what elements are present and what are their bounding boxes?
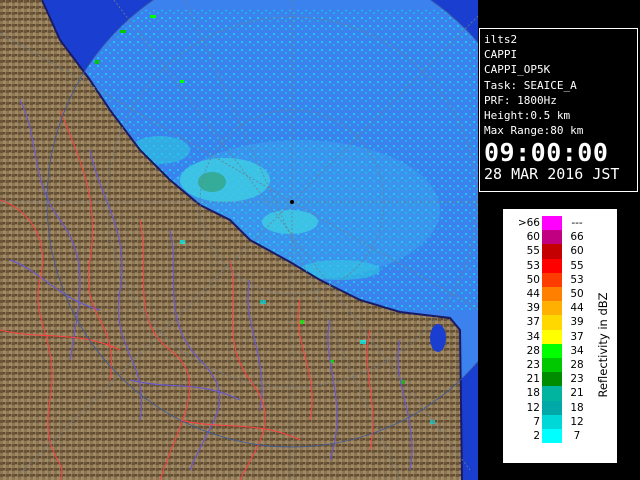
reflectivity-legend: >66 --- 60 66 55 60 53 55 50 53 44 50 39 44 37 39 34 37 28… [503,209,617,463]
legend-color-swatch [542,315,562,330]
task-name: Task: SEAICE_A [484,78,577,92]
prf-value: PRF: 1800Hz [484,93,557,107]
legend-color-swatch [542,386,562,401]
radar-site-marker [290,200,294,204]
station-name: ilts2 [484,33,518,46]
height-value: Height:0.5 km [484,109,571,123]
legend-color-swatch [542,414,562,429]
observation-time: 09:00:00 [484,138,609,168]
legend-color-swatch [542,244,562,259]
legend-color-swatch [542,272,562,287]
legend-color-swatch [542,301,562,316]
legend-title-text: Reflectivity in dBZ [596,292,610,398]
legend-color-swatch [542,216,562,231]
legend-title: Reflectivity in dBZ [594,235,612,455]
legend-color-swatch [542,429,562,444]
product-type: CAPPI [484,48,518,62]
observation-date: 28 MAR 2016 JST [484,165,620,184]
radar-map-view[interactable] [0,0,478,480]
legend-color-swatch [542,230,562,245]
legend-color-swatch [542,400,562,415]
radar-info-panel: ilts2 CAPPI CAPPI_OP5K Task: SEAICE_A PR… [479,28,638,192]
legend-color-swatch [542,287,562,302]
max-range-value: Max Range:80 km [484,124,584,138]
legend-upper-bound: 7 [573,430,581,442]
legend-color-swatch [542,372,562,387]
product-name: CAPPI_OP5K [484,63,551,77]
legend-color-swatch [542,329,562,344]
legend-color-swatch [542,358,562,373]
radar-image [0,0,478,480]
legend-lower-bound: 2 [533,430,540,442]
legend-color-swatch [542,258,562,273]
legend-color-swatch [542,343,562,358]
